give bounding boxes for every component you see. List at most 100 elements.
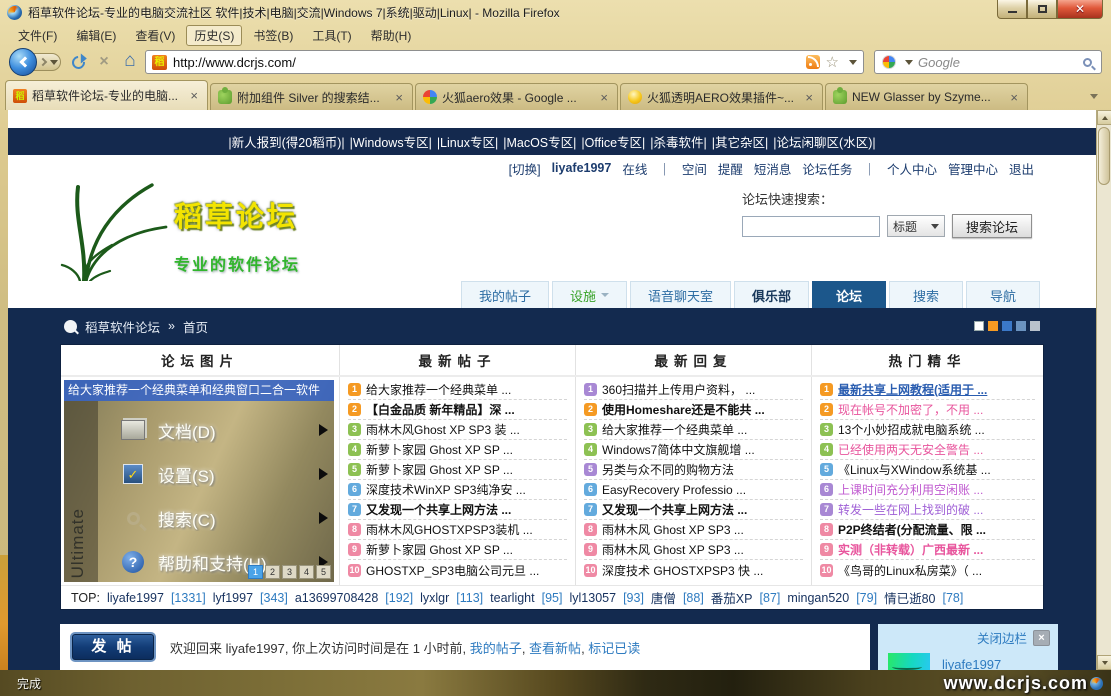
thread-title-link[interactable]: 深度技术WinXP SP3纯净安 ...	[366, 481, 526, 498]
userbar-link[interactable]: 提醒	[718, 159, 743, 178]
thread-list-item[interactable]: 3给大家推荐一个经典菜单 ...	[584, 420, 803, 440]
welcome-link[interactable]: 查看新帖	[529, 641, 581, 656]
style-square[interactable]	[1016, 321, 1026, 331]
userbar-link[interactable]: 空间	[682, 159, 707, 178]
top-user-count[interactable]: [87]	[759, 591, 780, 605]
userbar-link[interactable]: 管理中心	[948, 159, 998, 178]
slide-page-button[interactable]: 1	[248, 565, 263, 579]
quick-search-input[interactable]	[742, 216, 880, 237]
top-user-count[interactable]: [343]	[260, 591, 288, 605]
slide-page-button[interactable]: 2	[265, 565, 280, 579]
forum-image-slide[interactable]: 给大家推荐一个经典菜单和经典窗口二合一软件 Ultimate 文档(D)✓设置(…	[64, 380, 334, 582]
top-user-name[interactable]: tearlight	[490, 591, 534, 605]
thread-title-link[interactable]: 雨林木风 Ghost XP SP3 ...	[602, 521, 744, 538]
top-user-count[interactable]: [192]	[385, 591, 413, 605]
thread-title-link[interactable]: 实测（非转载）广西最新 ...	[838, 541, 983, 558]
thread-list-item[interactable]: 6上课时间充分利用空闲账 ...	[820, 480, 1035, 500]
top-user-name[interactable]: lyf1997	[213, 591, 253, 605]
top-user-name[interactable]: 唐僧	[651, 588, 676, 607]
thread-list-item[interactable]: 10《鸟哥的Linux私房菜》（ ...	[820, 560, 1035, 580]
thread-list-item[interactable]: 7又发现一个共享上网方法 ...	[348, 500, 567, 520]
topnav-link[interactable]: |Linux专区|	[437, 132, 498, 151]
thread-list-item[interactable]: 4已经使用两天无安全警告 ...	[820, 440, 1035, 460]
menu-bookmarks[interactable]: 书签(B)	[245, 25, 301, 46]
thread-title-link[interactable]: 新萝卜家园 Ghost XP SP ...	[366, 461, 513, 478]
thread-title-link[interactable]: 另类与众不同的购物方法	[602, 461, 734, 478]
browser-tab[interactable]: 附加组件 Silver 的搜索结...×	[210, 83, 413, 110]
forum-tab-设施[interactable]: 设施	[552, 281, 627, 308]
url-dropdown-icon[interactable]	[849, 60, 857, 65]
top-user-count[interactable]: [1331]	[171, 591, 206, 605]
userbar-link[interactable]: 论坛任务	[802, 159, 852, 178]
top-user-count[interactable]: [78]	[942, 591, 963, 605]
search-type-select[interactable]: 标题	[887, 215, 945, 237]
thread-title-link[interactable]: 给大家推荐一个经典菜单 ...	[366, 381, 511, 398]
slide-page-button[interactable]: 5	[316, 565, 331, 579]
top-user-count[interactable]: [93]	[623, 591, 644, 605]
url-bar[interactable]: 稻 http://www.dcrjs.com/ ☆	[145, 50, 864, 74]
thread-list-item[interactable]: 10深度技术 GHOSTXPSP3 快 ...	[584, 560, 803, 580]
thread-title-link[interactable]: 已经使用两天无安全警告 ...	[838, 441, 983, 458]
close-sidebar-icon[interactable]: ×	[1033, 630, 1050, 646]
style-square[interactable]	[988, 321, 998, 331]
breadcrumb-page[interactable]: 首页	[183, 317, 208, 336]
thread-list-item[interactable]: 8雨林木风 Ghost XP SP3 ...	[584, 520, 803, 540]
style-square[interactable]	[974, 321, 984, 331]
search-forum-button[interactable]: 搜索论坛	[952, 214, 1032, 238]
top-user-name[interactable]: liyafe1997	[107, 591, 164, 605]
forum-tab-俱乐部[interactable]: 俱乐部	[734, 281, 809, 308]
close-sidebar-link[interactable]: 关闭边栏	[977, 628, 1027, 647]
tab-close-icon[interactable]: ×	[188, 89, 200, 102]
thread-title-link[interactable]: 转发一些在网上找到的破 ...	[838, 501, 983, 518]
thread-title-link[interactable]: 深度技术 GHOSTXPSP3 快 ...	[602, 562, 763, 579]
menu-edit[interactable]: 编辑(E)	[68, 25, 124, 46]
menu-file[interactable]: 文件(F)	[10, 25, 65, 46]
browser-tab[interactable]: 稻稻草软件论坛-专业的电脑...×	[5, 80, 208, 110]
top-user-name[interactable]: lyl13057	[569, 591, 616, 605]
style-square[interactable]	[1002, 321, 1012, 331]
menu-help[interactable]: 帮助(H)	[363, 25, 420, 46]
search-placeholder[interactable]: Google	[918, 55, 1078, 70]
minimize-button[interactable]	[997, 0, 1027, 19]
thread-title-link[interactable]: 新萝卜家园 Ghost XP SP ...	[366, 441, 513, 458]
top-user-name[interactable]: 番茄XP	[711, 588, 753, 607]
topnav-link[interactable]: |MacOS专区|	[503, 132, 576, 151]
thread-title-link[interactable]: 《Linux与XWindow系统基 ...	[838, 461, 991, 478]
maximize-button[interactable]	[1027, 0, 1057, 19]
thread-title-link[interactable]: 《鸟哥的Linux私房菜》（ ...	[838, 562, 982, 579]
thread-list-item[interactable]: 2使用Homeshare还是不能共 ...	[584, 400, 803, 420]
userbar-link[interactable]: [切换]	[509, 159, 541, 178]
thread-list-item[interactable]: 7又发现一个共享上网方法 ...	[584, 500, 803, 520]
list-all-tabs-button[interactable]	[1082, 86, 1106, 106]
thread-title-link[interactable]: 13个小妙招成就电脑系统 ...	[838, 421, 985, 438]
top-user-count[interactable]: [79]	[856, 591, 877, 605]
thread-list-item[interactable]: 1360扫描并上传用户资料， ...	[584, 380, 803, 400]
slide-page-button[interactable]: 4	[299, 565, 314, 579]
thread-title-link[interactable]: 现在帐号不加密了，不用 ...	[838, 401, 983, 418]
tab-close-icon[interactable]: ×	[1008, 91, 1020, 104]
thread-list-item[interactable]: 2现在帐号不加密了，不用 ...	[820, 400, 1035, 420]
thread-title-link[interactable]: 使用Homeshare还是不能共 ...	[602, 401, 765, 418]
forum-tab-搜索[interactable]: 搜索	[889, 281, 963, 308]
topnav-link[interactable]: |Windows专区|	[350, 132, 432, 151]
bookmark-star-icon[interactable]: ☆	[826, 55, 839, 70]
thread-list-item[interactable]: 2【白金品质 新年精品】深 ...	[348, 400, 567, 420]
thread-list-item[interactable]: 6深度技术WinXP SP3纯净安 ...	[348, 480, 567, 500]
search-box[interactable]: Google	[874, 50, 1102, 74]
top-user-count[interactable]: [88]	[683, 591, 704, 605]
forum-logo[interactable]: 稻草论坛 专业的软件论坛	[54, 181, 300, 281]
back-button[interactable]	[9, 48, 37, 76]
thread-list-item[interactable]: 1给大家推荐一个经典菜单 ...	[348, 380, 567, 400]
thread-list-item[interactable]: 8P2P终结者(分配流量、限 ...	[820, 520, 1035, 540]
slide-page-button[interactable]: 3	[282, 565, 297, 579]
thread-list-item[interactable]: 4Windows7简体中文旗舰增 ...	[584, 440, 803, 460]
thread-title-link[interactable]: EasyRecovery Professio ...	[602, 483, 746, 497]
url-text[interactable]: http://www.dcrjs.com/	[173, 55, 800, 70]
thread-list-item[interactable]: 8雨林木风GHOSTXPSP3装机 ...	[348, 520, 567, 540]
topnav-link[interactable]: |其它杂区|	[712, 132, 769, 151]
top-user-name[interactable]: mingan520	[787, 591, 849, 605]
close-button[interactable]: ✕	[1057, 0, 1103, 19]
top-user-name[interactable]: lyxlgr	[420, 591, 449, 605]
search-engine-dropdown-icon[interactable]	[905, 60, 913, 65]
thread-title-link[interactable]: 360扫描并上传用户资料， ...	[602, 381, 755, 398]
